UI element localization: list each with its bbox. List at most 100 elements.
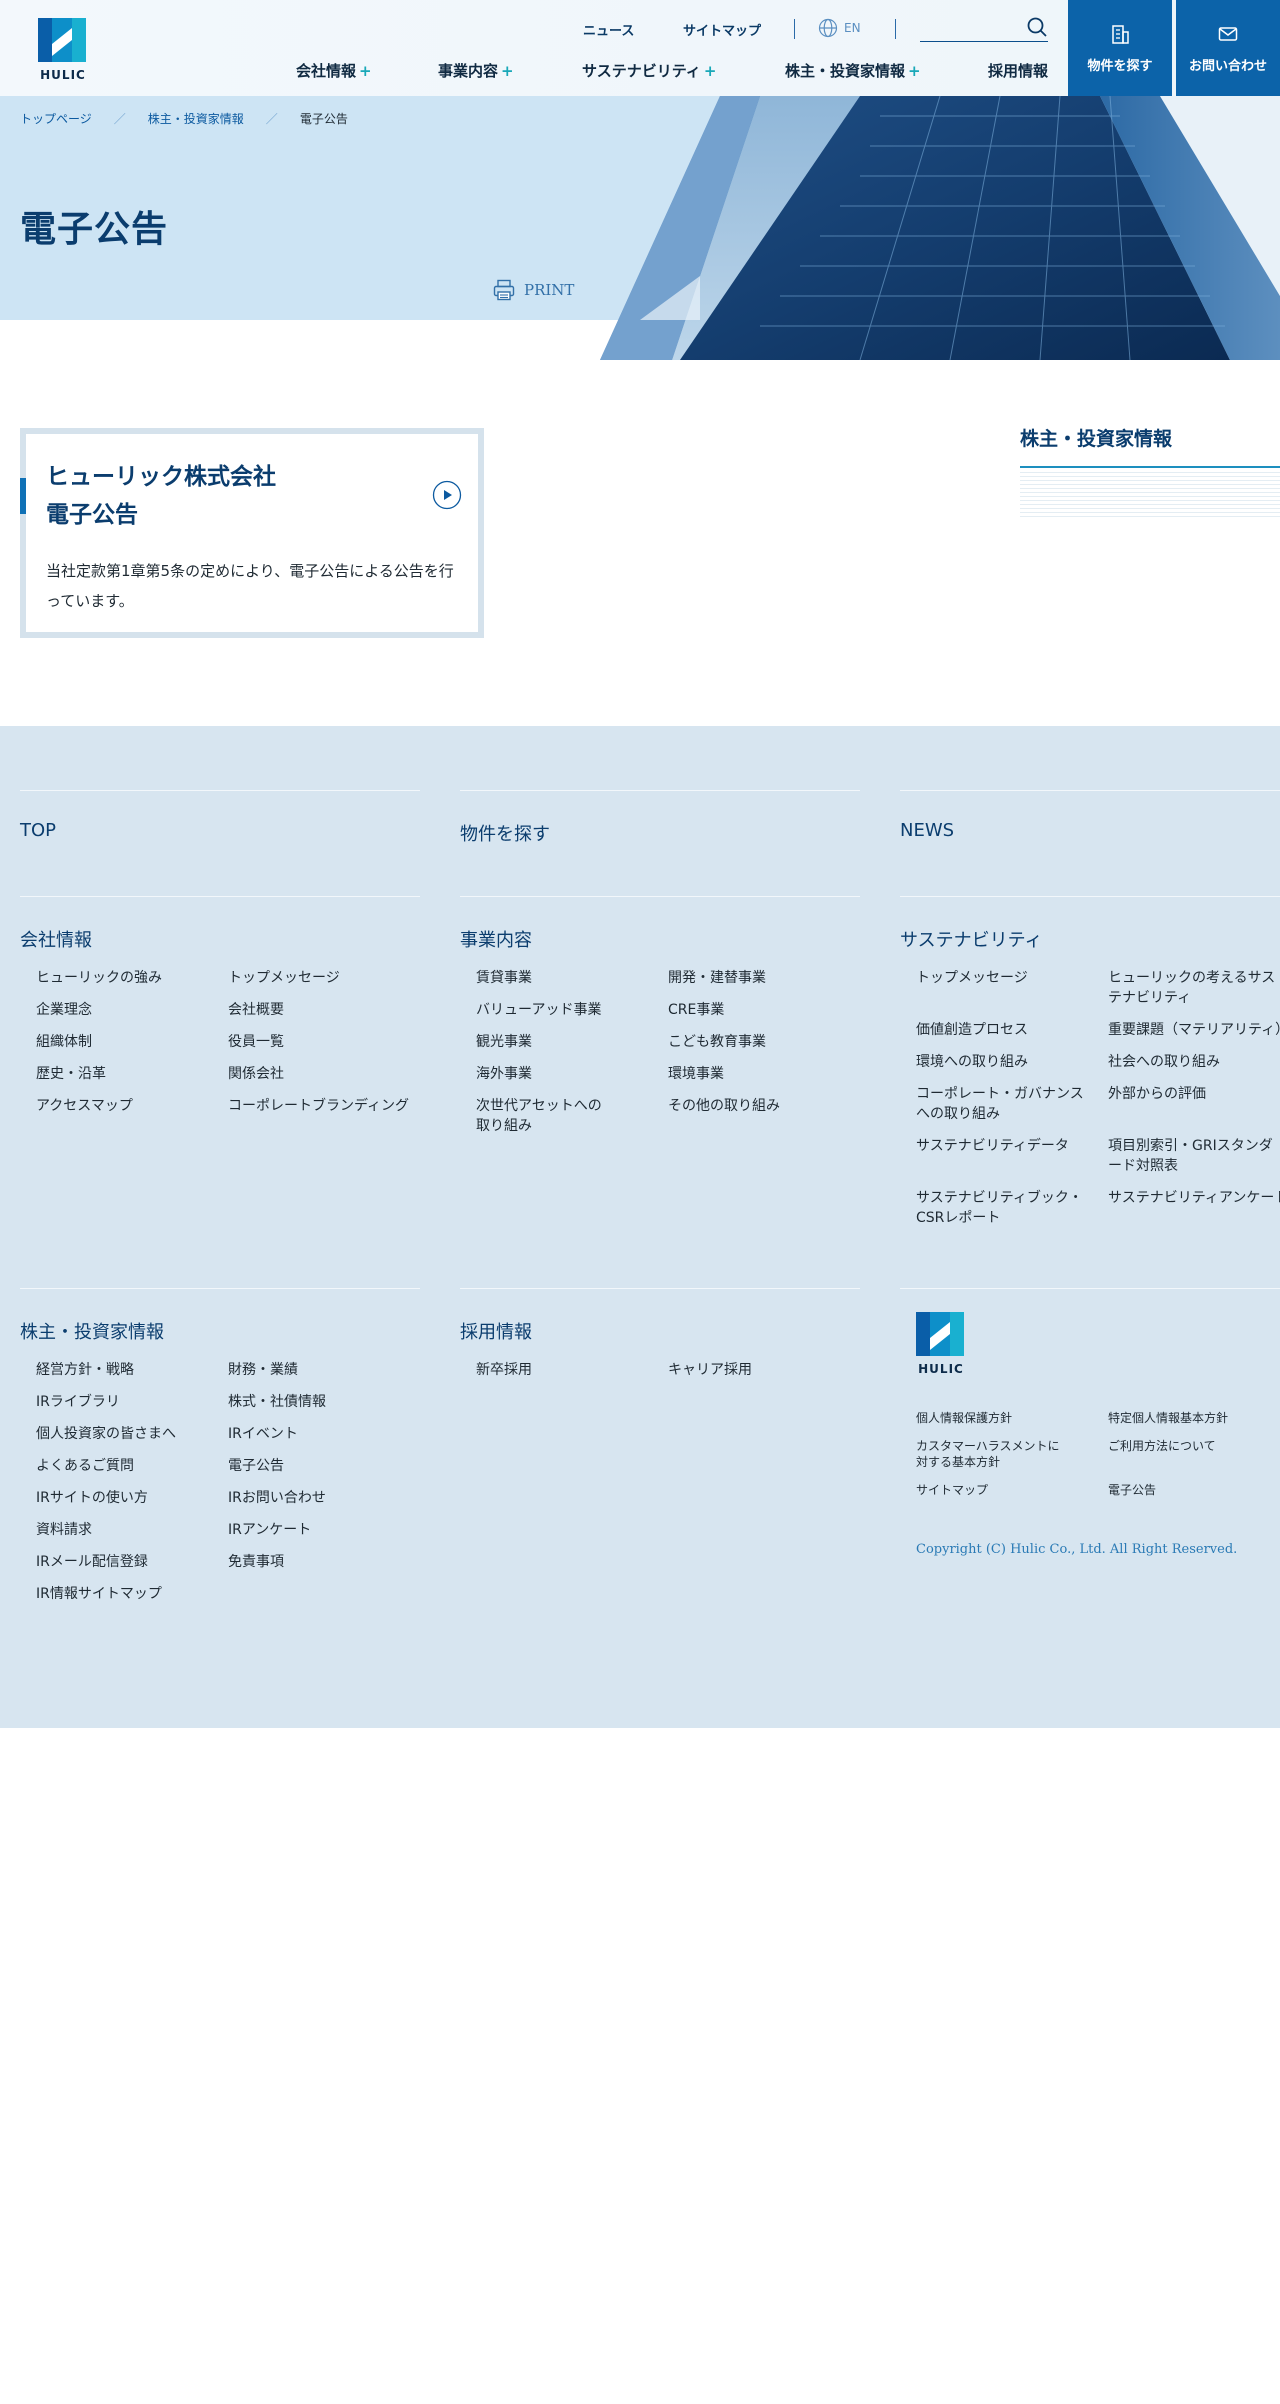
site-header: HULIC ニュース サイトマップ EN 会社情報 + 事業内容 + サステナビリテ… [0, 0, 1280, 96]
footer-legal-link[interactable]: 特定個人情報基本方針 [1108, 1410, 1280, 1426]
nav-sustainability[interactable]: サステナビリティ + [582, 60, 716, 81]
nav-business[interactable]: 事業内容 + [438, 60, 514, 81]
util-news-link[interactable]: ニュース [583, 20, 634, 40]
footer-divider [900, 896, 1280, 897]
footer-sustainability-link[interactable]: 社会への取り組み [1108, 1052, 1280, 1072]
language-switch[interactable]: EN [818, 18, 861, 38]
search-input[interactable] [920, 14, 1020, 40]
card-title: ヒューリック株式会社 電子公告 [46, 458, 276, 534]
footer-sustainability-link[interactable]: サステナビリティアンケート [1108, 1188, 1280, 1208]
footer-top-link[interactable]: TOP [20, 820, 56, 841]
footer-ir-link[interactable]: IRライブラリ [36, 1392, 216, 1412]
print-label: PRINT [524, 281, 575, 299]
footer-sustainability-link[interactable]: コーポレート・ガバナンスへの取り組み [916, 1084, 1090, 1124]
footer-business-link[interactable]: 次世代アセットへの取り組み [476, 1096, 608, 1136]
footer-legal-link[interactable]: サイトマップ [916, 1482, 1096, 1498]
footer-company-link[interactable]: アクセスマップ [36, 1096, 216, 1116]
footer-business-link[interactable]: 環境事業 [668, 1064, 848, 1084]
card-title-line1: ヒューリック株式会社 [46, 464, 276, 490]
breadcrumb-top[interactable]: トップページ [20, 110, 92, 127]
footer-company-link[interactable]: 関係会社 [228, 1064, 408, 1084]
footer-business-link[interactable]: 賃貸事業 [476, 968, 656, 988]
footer-divider [20, 1288, 420, 1289]
footer-legal-link[interactable]: カスタマーハラスメントに対する基本方針 [916, 1438, 1066, 1470]
contact-button[interactable]: お問い合わせ [1176, 0, 1280, 96]
footer-ir-link[interactable]: 免責事項 [228, 1552, 408, 1572]
footer-company-link[interactable]: コーポレートブランディング [228, 1096, 428, 1116]
footer-recruit-link[interactable]: 新卒採用 [476, 1360, 656, 1380]
footer-recruit-heading[interactable]: 採用情報 [460, 1318, 532, 1344]
mail-icon [1218, 26, 1238, 41]
footer-ir-link[interactable]: IRアンケート [228, 1520, 408, 1540]
footer-company-link[interactable]: 組織体制 [36, 1032, 216, 1052]
card-title-line2: 電子公告 [46, 502, 138, 528]
footer-ir-heading[interactable]: 株主・投資家情報 [20, 1318, 164, 1344]
copyright: Copyright (C) Hulic Co., Ltd. All Right … [916, 1542, 1238, 1557]
footer-ir-link[interactable]: IRサイトの使い方 [36, 1488, 216, 1508]
footer-sustainability-heading[interactable]: サステナビリティ [900, 926, 1043, 952]
footer-ir-link[interactable]: 財務・業績 [228, 1360, 408, 1380]
footer-company-link[interactable]: 役員一覧 [228, 1032, 408, 1052]
footer-legal-link[interactable]: 電子公告 [1108, 1482, 1280, 1498]
language-label: EN [844, 21, 861, 35]
footer-business-link[interactable]: バリューアッド事業 [476, 1000, 656, 1020]
footer-company-link[interactable]: ヒューリックの強み [36, 968, 216, 988]
find-property-label: 物件を探す [1087, 58, 1153, 74]
footer-sustainability-link[interactable]: サステナビリティブック・CSRレポート [916, 1188, 1092, 1228]
footer-news-link[interactable]: NEWS [900, 820, 954, 841]
footer-recruit-link[interactable]: キャリア採用 [668, 1360, 848, 1380]
hulic-logo[interactable]: HULIC [38, 18, 88, 82]
footer-ir-link[interactable]: よくあるご質問 [36, 1456, 216, 1476]
announcement-card[interactable]: ヒューリック株式会社 電子公告 当社定款第1章第5条の定めにより、電子公告による… [20, 428, 484, 638]
footer-sustainability-link[interactable]: 外部からの評価 [1108, 1084, 1280, 1104]
footer-legal-link[interactable]: 個人情報保護方針 [916, 1410, 1096, 1426]
footer-ir-link[interactable]: IRお問い合わせ [228, 1488, 408, 1508]
contact-label: お問い合わせ [1188, 58, 1267, 74]
footer-sustainability-link[interactable]: ヒューリックの考えるサステナビリティ [1108, 968, 1276, 1008]
footer-ir-link[interactable]: 経営方針・戦略 [36, 1360, 216, 1380]
search-icon[interactable] [1026, 16, 1048, 38]
plus-icon: + [359, 62, 372, 80]
footer-sustainability-link[interactable]: 価値創造プロセス [916, 1020, 1096, 1040]
footer-ir-link[interactable]: IRイベント [228, 1424, 408, 1444]
footer-ir-link[interactable]: 個人投資家の皆さまへ [36, 1424, 216, 1444]
logo-text: HULIC [40, 68, 86, 82]
print-button[interactable]: PRINT [492, 278, 574, 302]
footer-ir-link[interactable]: 資料請求 [36, 1520, 216, 1540]
footer-business-link[interactable]: CRE事業 [668, 1000, 848, 1020]
footer-company-link[interactable]: トップメッセージ [228, 968, 408, 988]
footer-find-property-link[interactable]: 物件を探す [460, 820, 550, 846]
footer-business-link[interactable]: その他の取り組み [668, 1096, 848, 1116]
footer-ir-link[interactable]: IR情報サイトマップ [36, 1584, 216, 1604]
footer-business-link[interactable]: 観光事業 [476, 1032, 656, 1052]
nav-company[interactable]: 会社情報 + [296, 60, 372, 81]
breadcrumb-current: 電子公告 [299, 112, 348, 126]
footer-company-heading[interactable]: 会社情報 [20, 926, 92, 952]
nav-recruit[interactable]: 採用情報 [988, 60, 1048, 81]
footer-sustainability-link[interactable]: 重要課題（マテリアリティ） [1108, 1020, 1280, 1040]
footer-divider [900, 790, 1280, 791]
footer-business-link[interactable]: 開発・建替事業 [668, 968, 848, 988]
footer-company-link[interactable]: 会社概要 [228, 1000, 408, 1020]
footer-ir-link[interactable]: 株式・社債情報 [228, 1392, 408, 1412]
footer-hulic-logo[interactable]: HULIC [916, 1312, 966, 1376]
sidebar-title[interactable]: 株主・投資家情報 [1020, 424, 1172, 451]
footer-sustainability-link[interactable]: トップメッセージ [916, 968, 1096, 988]
nav-business-label: 事業内容 [438, 62, 499, 80]
footer-company-link[interactable]: 企業理念 [36, 1000, 216, 1020]
footer-sustainability-link[interactable]: 環境への取り組み [916, 1052, 1096, 1072]
footer-business-link[interactable]: 海外事業 [476, 1064, 656, 1084]
breadcrumb-ir[interactable]: 株主・投資家情報 [148, 110, 244, 127]
footer-ir-link[interactable]: 電子公告 [228, 1456, 408, 1476]
footer-company-link[interactable]: 歴史・沿革 [36, 1064, 216, 1084]
footer-legal-link[interactable]: ご利用方法について [1108, 1438, 1280, 1454]
footer-sustainability-link[interactable]: サステナビリティデータ [916, 1136, 1096, 1156]
footer-ir-link[interactable]: IRメール配信登録 [36, 1552, 216, 1572]
footer-sustainability-link[interactable]: 項目別索引・GRIスタンダード対照表 [1108, 1136, 1280, 1176]
find-property-button[interactable]: 物件を探す [1068, 0, 1172, 96]
util-sitemap-link[interactable]: サイトマップ [683, 20, 761, 40]
nav-ir[interactable]: 株主・投資家情報 + [785, 60, 921, 81]
footer-business-link[interactable]: こども教育事業 [668, 1032, 848, 1052]
hulic-logo-mark [38, 18, 86, 62]
footer-business-heading[interactable]: 事業内容 [460, 926, 532, 952]
